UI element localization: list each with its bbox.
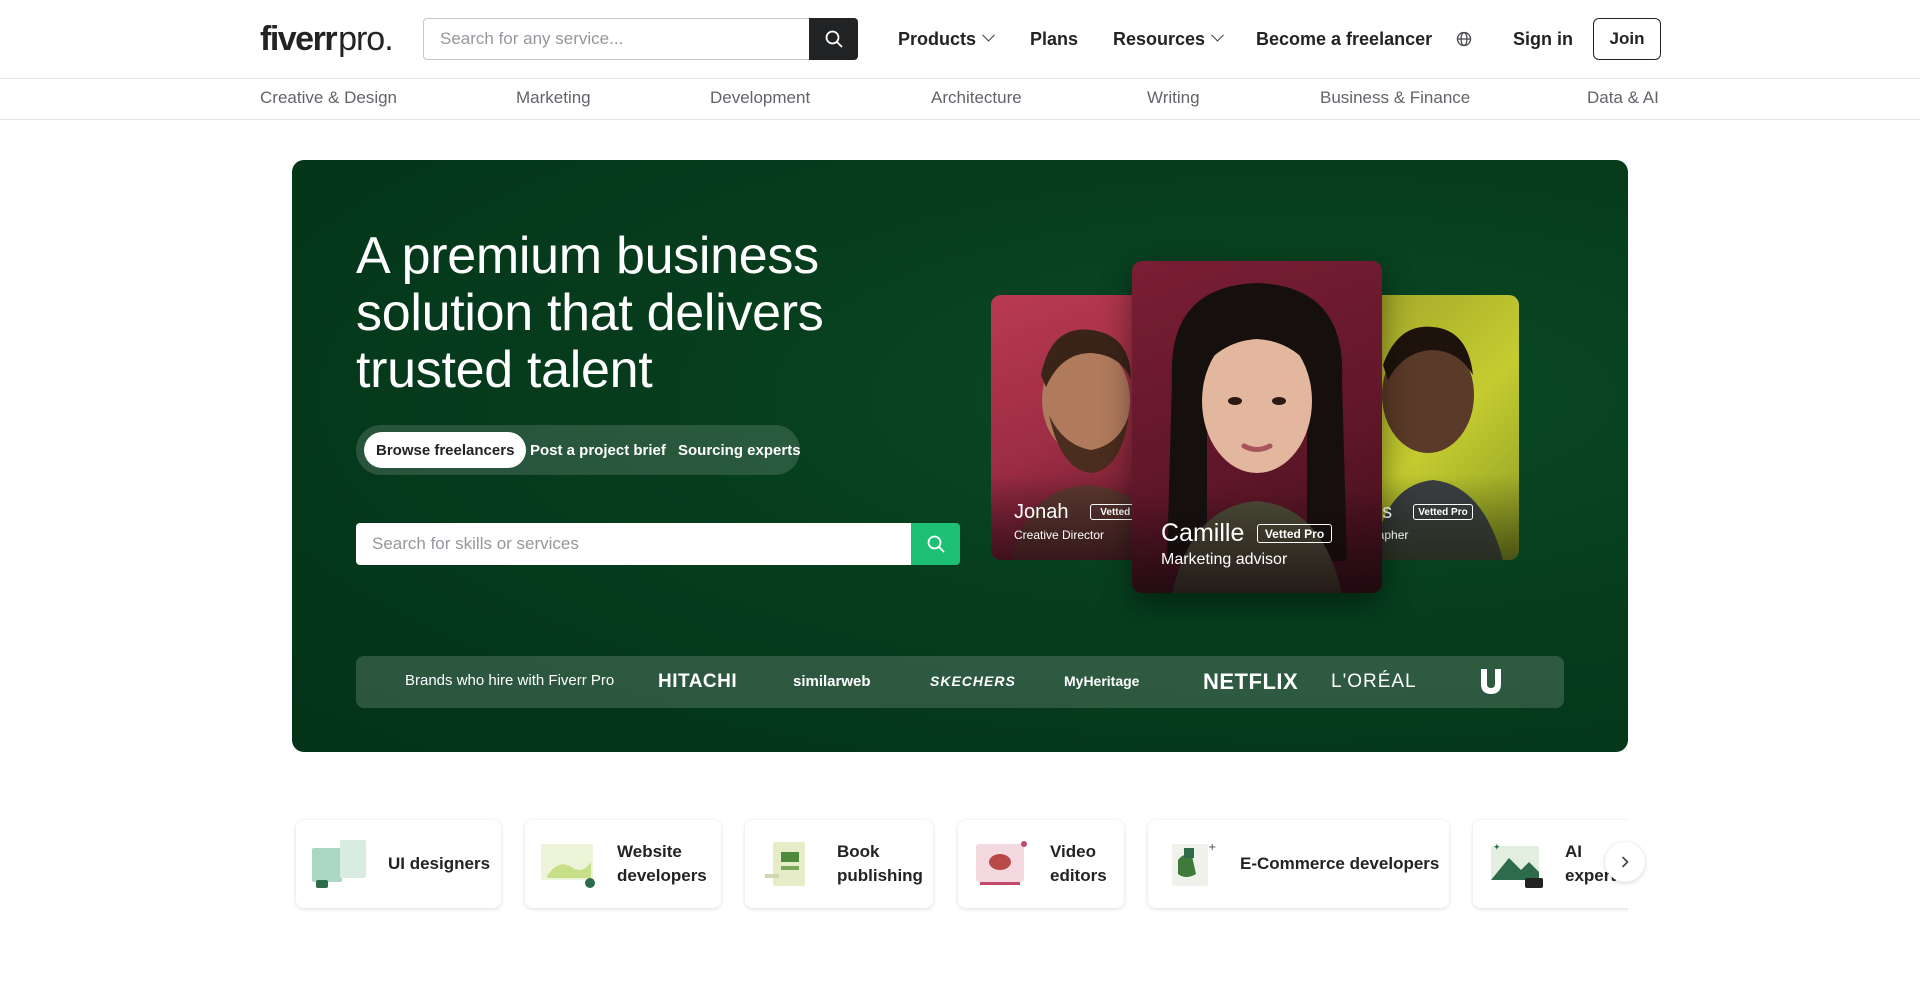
hero-search bbox=[356, 523, 960, 565]
similarweb-logo: similarweb bbox=[793, 673, 871, 690]
language-button[interactable] bbox=[1456, 0, 1472, 78]
nav-resources[interactable]: Resources bbox=[1113, 0, 1224, 78]
ecommerce-developers-icon: + bbox=[1172, 842, 1216, 886]
service-book-publishing[interactable]: Book publishing bbox=[745, 820, 933, 908]
category-architecture[interactable]: Architecture bbox=[931, 88, 1022, 108]
ui-designers-icon bbox=[312, 840, 366, 888]
search-icon bbox=[927, 535, 944, 553]
header-search-input[interactable] bbox=[423, 18, 809, 60]
talent-name: Jonah bbox=[1014, 501, 1069, 523]
service-label: Video editors bbox=[1050, 842, 1107, 885]
skechers-logo: SKECHERS bbox=[930, 673, 1016, 689]
svg-text:✦: ✦ bbox=[1493, 843, 1501, 853]
logo-brand: fiverr bbox=[260, 20, 338, 58]
hero-search-button[interactable] bbox=[911, 523, 960, 565]
service-ui-designers[interactable]: UI designers bbox=[296, 820, 501, 908]
hero-search-input[interactable] bbox=[356, 523, 911, 565]
tab-browse-freelancers[interactable]: Browse freelancers bbox=[364, 432, 527, 468]
category-development[interactable]: Development bbox=[710, 88, 810, 108]
service-label: Website developers bbox=[617, 842, 707, 885]
hero-title: A premium business solution that deliver… bbox=[356, 227, 824, 399]
loreal-logo: L'ORÉAL bbox=[1331, 671, 1417, 692]
nav-products[interactable]: Products bbox=[898, 0, 995, 78]
talent-name: Camille bbox=[1161, 519, 1245, 547]
popular-services-carousel: UI designers Website developers Book pub… bbox=[292, 818, 1628, 918]
category-menu: Creative & Design Marketing Development … bbox=[0, 79, 1920, 120]
tab-sourcing-experts[interactable]: Sourcing experts bbox=[666, 432, 813, 468]
talent-card-jonah[interactable]: Jonah Vetted Pro Creative Director bbox=[991, 295, 1151, 560]
globe-icon bbox=[1456, 31, 1472, 47]
join-button[interactable]: Join bbox=[1593, 18, 1661, 60]
category-business-finance[interactable]: Business & Finance bbox=[1320, 88, 1470, 108]
hitachi-logo: HITACHI bbox=[658, 671, 738, 692]
service-label: UI designers bbox=[388, 854, 491, 873]
fiverr-pro-logo[interactable]: fiverr pro. bbox=[260, 20, 394, 58]
talent-card-photographer[interactable]: es Vetted Pro grapher bbox=[1373, 295, 1519, 560]
tab-post-project-brief[interactable]: Post a project brief bbox=[518, 432, 678, 468]
unilever-logo bbox=[1481, 669, 1501, 694]
hero-tabs: Browse freelancers Post a project brief … bbox=[356, 425, 801, 475]
brands-strip: Brands who hire with Fiverr Pro HITACHI … bbox=[356, 656, 1564, 708]
nav-resources-label: Resources bbox=[1113, 28, 1206, 49]
book-publishing-icon bbox=[765, 842, 805, 886]
chevron-right-icon bbox=[1622, 856, 1629, 868]
category-writing[interactable]: Writing bbox=[1147, 88, 1200, 108]
nav-become-freelancer[interactable]: Become a freelancer bbox=[1256, 0, 1432, 78]
myheritage-logo: MyHeritage bbox=[1064, 673, 1140, 689]
site-header: fiverrpro. Products Plans Resources Beco… bbox=[0, 0, 1920, 79]
talent-role: Marketing advisor bbox=[1161, 551, 1288, 568]
service-ecommerce-developers[interactable]: + E-Commerce developers bbox=[1148, 820, 1449, 908]
hero-section: A premium business solution that deliver… bbox=[292, 160, 1628, 752]
header-search bbox=[423, 18, 858, 60]
service-label: Book publishing bbox=[837, 842, 923, 885]
nav-sign-in[interactable]: Sign in bbox=[1513, 0, 1573, 78]
talent-card-camille[interactable]: Camille Vetted Pro Marketing advisor bbox=[1132, 261, 1382, 593]
nav-plans-label: Plans bbox=[1030, 28, 1079, 49]
service-website-developers[interactable]: Website developers bbox=[525, 820, 721, 908]
nav-sign-in-label: Sign in bbox=[1513, 28, 1573, 49]
chevron-down-icon bbox=[1211, 28, 1224, 42]
website-developers-icon bbox=[541, 844, 595, 888]
vetted-pro-badge: Vetted Pro bbox=[1257, 524, 1332, 543]
logo-suffix: pro. bbox=[338, 20, 394, 58]
header-search-button[interactable] bbox=[809, 18, 858, 60]
brands-label: Brands who hire with Fiverr Pro bbox=[405, 672, 615, 689]
search-icon bbox=[825, 30, 842, 48]
service-label: E-Commerce developers bbox=[1240, 854, 1440, 873]
netflix-logo: NETFLIX bbox=[1203, 669, 1299, 694]
category-marketing[interactable]: Marketing bbox=[516, 88, 591, 108]
category-data-ai[interactable]: Data & AI bbox=[1587, 88, 1659, 108]
vetted-pro-badge: Vetted Pro bbox=[1413, 504, 1473, 520]
nav-become-freelancer-label: Become a freelancer bbox=[1256, 28, 1433, 49]
carousel-next-button[interactable] bbox=[1605, 842, 1645, 882]
svg-text:+: + bbox=[1208, 842, 1216, 853]
chevron-down-icon bbox=[982, 28, 995, 42]
category-creative-design[interactable]: Creative & Design bbox=[260, 88, 397, 108]
service-video-editors[interactable]: Video editors bbox=[958, 820, 1124, 908]
video-editors-icon bbox=[976, 841, 1027, 885]
talent-role: Creative Director bbox=[1014, 528, 1105, 542]
nav-products-label: Products bbox=[898, 28, 977, 49]
ai-experts-icon: ✦ bbox=[1491, 843, 1543, 888]
nav-plans[interactable]: Plans bbox=[1030, 0, 1078, 78]
